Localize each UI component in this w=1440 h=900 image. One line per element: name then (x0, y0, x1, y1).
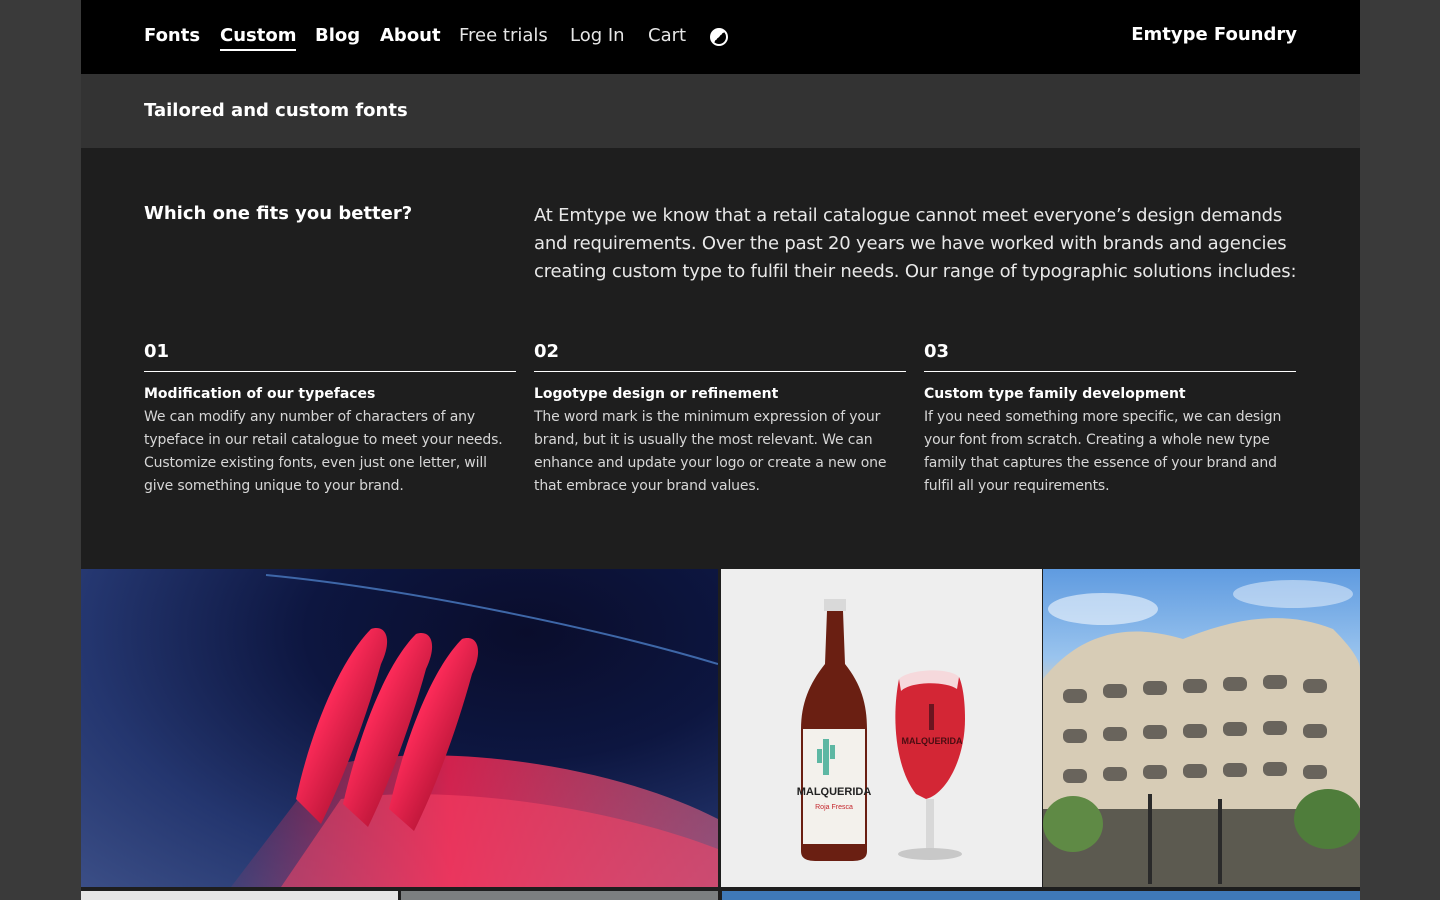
car-taillight-illustration (231, 574, 718, 887)
service-description: The word mark is the minimum expression … (534, 409, 887, 494)
service-title: Logotype design or refinement (534, 386, 779, 402)
service-description: We can modify any number of characters o… (144, 409, 503, 494)
building-illustration (1043, 580, 1360, 887)
service-number: 02 (534, 340, 906, 372)
nav-custom[interactable]: Custom (220, 24, 297, 51)
brand-logo[interactable]: Emtype Foundry (1131, 23, 1297, 47)
beer-illustration: MALQUERIDA Roja Fresca MALQUERIDA (797, 599, 965, 861)
gallery-image-row2-2[interactable] (401, 891, 718, 900)
glass-label-text: MALQUERIDA (902, 736, 963, 746)
contrast-icon[interactable] (710, 28, 728, 46)
service-column: 03 Custom type family development If you… (924, 340, 1296, 498)
nav-blog[interactable]: Blog (315, 24, 360, 48)
service-number: 01 (144, 340, 516, 372)
page-subheader: Tailored and custom fonts (81, 74, 1360, 148)
service-column: 01 Modification of our typefaces We can … (144, 340, 516, 498)
service-description: If you need something more specific, we … (924, 409, 1282, 494)
beer-label-text: MALQUERIDA (797, 786, 872, 798)
service-title: Custom type family development (924, 386, 1186, 402)
top-navigation: Fonts Custom Blog About Free trials Log … (81, 0, 1360, 74)
gallery-image-beer[interactable]: MALQUERIDA Roja Fresca MALQUERIDA (721, 569, 1042, 887)
page-title: Tailored and custom fonts (144, 100, 408, 121)
page-frame: Fonts Custom Blog About Free trials Log … (81, 0, 1360, 900)
gallery-image-row2-1[interactable] (81, 891, 398, 900)
nav-fonts[interactable]: Fonts (144, 24, 200, 48)
nav-free-trials[interactable]: Free trials (459, 24, 548, 48)
service-column: 02 Logotype design or refinement The wor… (534, 340, 906, 498)
service-title: Modification of our typefaces (144, 386, 376, 402)
gallery-image-row2-3[interactable] (722, 891, 1360, 900)
nav-about[interactable]: About (380, 24, 441, 48)
beer-sublabel-text: Roja Fresca (815, 804, 853, 811)
intro-heading: Which one fits you better? (144, 203, 413, 224)
nav-log-in[interactable]: Log In (570, 24, 625, 48)
gallery-image-building[interactable] (1043, 569, 1360, 887)
gallery-image-car-taillight[interactable] (81, 569, 718, 887)
service-number: 03 (924, 340, 1296, 372)
nav-cart[interactable]: Cart (648, 24, 686, 48)
intro-text: At Emtype we know that a retail catalogu… (534, 205, 1297, 282)
